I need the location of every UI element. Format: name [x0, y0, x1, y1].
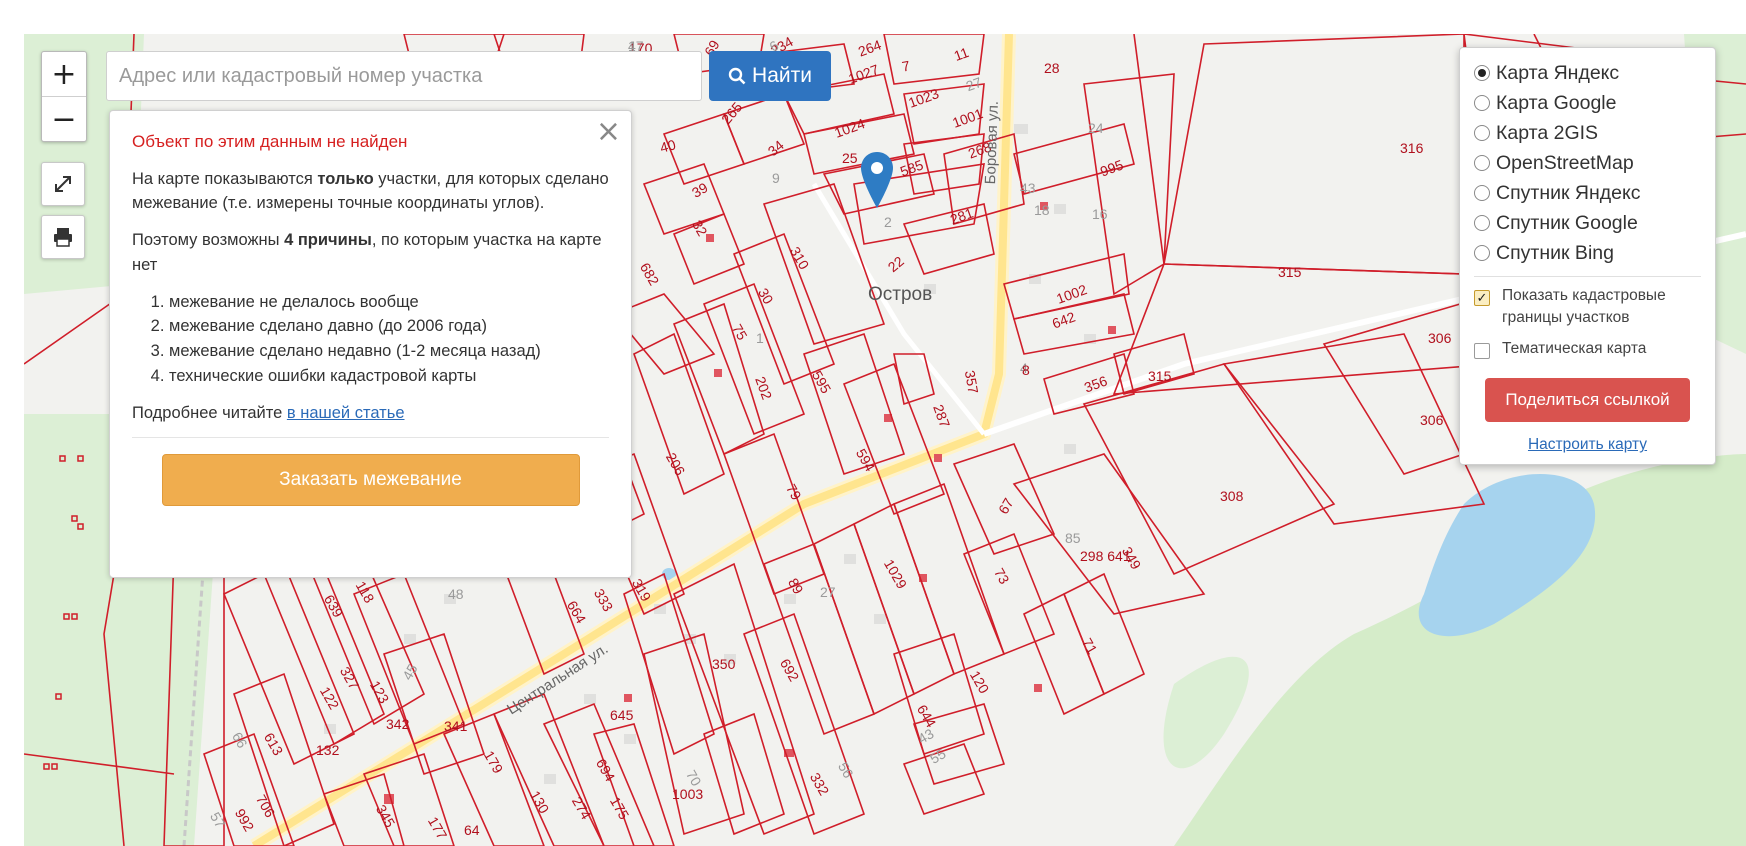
search-input[interactable] [106, 51, 702, 101]
thematic-label: Тематическая карта [1502, 339, 1647, 357]
show-borders-checkbox[interactable]: ✓ [1474, 290, 1490, 306]
close-icon[interactable]: × [596, 117, 621, 147]
layers-panel: Карта Яндекс Карта Google Карта 2GIS OpenSt… [1459, 47, 1716, 465]
divider [132, 437, 609, 439]
layer-radio[interactable] [1474, 125, 1490, 141]
plot-number: 315 [1278, 264, 1302, 280]
plot-number: 16 [1092, 206, 1108, 222]
location-pin-icon[interactable] [859, 150, 895, 210]
fullscreen-icon [55, 176, 71, 192]
layer-option-label: Карта Яндекс [1496, 61, 1620, 84]
reason-item: межевание сделано давно (до 2006 года) [169, 314, 609, 339]
plot-number: 341 [444, 718, 468, 734]
layer-option-label: Спутник Яндекс [1496, 181, 1641, 204]
print-button[interactable] [41, 215, 85, 259]
plot-number: 132 [316, 742, 340, 758]
order-survey-button[interactable]: Заказать межевание [161, 454, 580, 507]
configure-map-link[interactable]: Настроить карту [1528, 436, 1647, 453]
reason-item: межевание сделано недавно (1-2 месяца на… [169, 339, 609, 364]
layer-radio[interactable] [1474, 65, 1490, 81]
zoom-in-button[interactable]: + [42, 52, 86, 96]
plot-number: 48 [448, 586, 464, 602]
info-emphasis: только [317, 169, 374, 188]
layer-option-label: Карта Google [1496, 91, 1617, 114]
search-icon [728, 67, 746, 85]
article-link[interactable]: в нашей статье [287, 404, 405, 422]
layer-radio[interactable] [1474, 155, 1490, 171]
info-emphasis: 4 причины [284, 231, 372, 249]
plot-number: 306 [1420, 412, 1444, 428]
plot-number: 1003 [672, 786, 704, 802]
plot-number: 27 [820, 584, 836, 600]
zoom-control: + − [41, 51, 87, 142]
layer-option-label: OpenStreetMap [1496, 151, 1634, 174]
reason-item: межевание не делалось вообще [169, 290, 609, 315]
zoom-out-button[interactable]: − [42, 96, 86, 141]
plot-number: 9 [772, 170, 780, 186]
search-button[interactable]: Найти [709, 51, 831, 101]
info-paragraph-2: Поэтому возможны 4 причины, по которым у… [132, 228, 609, 278]
plot-number: 28 [1044, 60, 1060, 76]
plot-number: 8 [1022, 362, 1030, 378]
layer-radio[interactable] [1474, 245, 1490, 261]
layer-option-label: Спутник Google [1496, 211, 1638, 234]
more-text: Подробнее читайте [132, 403, 287, 422]
fullscreen-button[interactable] [41, 162, 85, 206]
share-link-button[interactable]: Поделиться ссылкой [1485, 378, 1690, 423]
plot-number: 342 [386, 716, 410, 732]
layer-option[interactable]: Карта Google [1474, 88, 1701, 118]
more-info: Подробнее читайте в нашей статье [132, 401, 609, 426]
plot-number: 18 [1034, 202, 1050, 218]
layer-option-label: Спутник Bing [1496, 241, 1614, 264]
place-label: Остров [868, 284, 933, 305]
error-message: Объект по этим данным не найден [132, 132, 408, 151]
layer-radio[interactable] [1474, 95, 1490, 111]
printer-icon [54, 228, 72, 247]
layer-option[interactable]: Спутник Bing [1474, 238, 1701, 268]
layer-option[interactable]: Спутник Яндекс [1474, 178, 1701, 208]
plot-number: 64 [464, 822, 480, 838]
layer-option[interactable]: Карта 2GIS [1474, 118, 1701, 148]
plot-number: 308 [1220, 488, 1244, 504]
not-found-popup: × Объект по этим данным не найден На кар… [109, 110, 632, 578]
plot-number: 315 [1148, 368, 1172, 384]
plot-number: 316 [1400, 140, 1424, 156]
reasons-list: межевание не делалось вообще межевание с… [132, 290, 609, 389]
plot-number: 2 [884, 214, 892, 230]
layer-radio[interactable] [1474, 215, 1490, 231]
plot-number: 25 [842, 150, 858, 166]
plot-number: 306 [1428, 330, 1452, 346]
layer-option[interactable]: Карта Яндекс [1474, 58, 1701, 88]
plot-number: 24 [1088, 120, 1104, 136]
plot-number: 350 [712, 656, 736, 672]
plot-number: 645 [610, 707, 634, 723]
show-borders-label: Показать кадастровые границы участков [1502, 287, 1666, 327]
layer-option[interactable]: OpenStreetMap [1474, 148, 1701, 178]
plot-number: 1 [756, 330, 764, 346]
show-borders-option[interactable]: ✓ Показать кадастровые границы участков [1474, 285, 1701, 330]
plot-number: 85 [1065, 530, 1081, 546]
info-paragraph-1: На карте показываются только участки, дл… [132, 167, 609, 217]
street-label-borovaya: Боровая ул. [982, 100, 1002, 185]
layer-options: Карта Яндекс Карта Google Карта 2GIS OpenSt… [1474, 58, 1701, 268]
layer-radio[interactable] [1474, 185, 1490, 201]
info-text: Поэтому возможны [132, 231, 285, 249]
plot-number: 43 [1020, 180, 1036, 196]
layer-option[interactable]: Спутник Google [1474, 208, 1701, 238]
thematic-checkbox[interactable] [1474, 342, 1490, 359]
reason-item: технические ошибки кадастровой карты [169, 364, 609, 389]
search-button-label: Найти [752, 64, 812, 87]
divider [1474, 276, 1701, 277]
thematic-option[interactable]: Тематическая карта [1474, 338, 1701, 360]
layer-option-label: Карта 2GIS [1496, 121, 1599, 144]
info-text: На карте показываются [132, 169, 318, 188]
